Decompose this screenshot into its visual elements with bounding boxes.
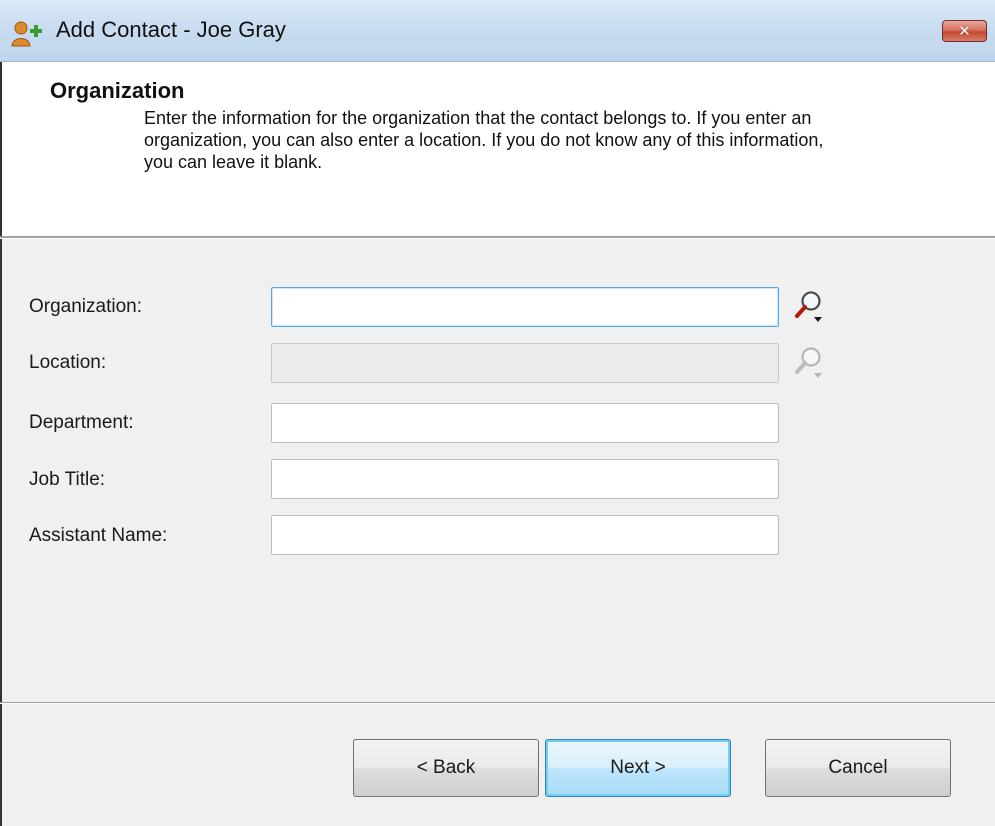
location-lookup-icon xyxy=(795,347,822,378)
add-contact-icon xyxy=(11,21,42,47)
back-button[interactable]: < Back xyxy=(353,739,539,797)
job-title-label: Job Title: xyxy=(29,469,106,490)
location-label: Location: xyxy=(29,352,107,373)
page-title: Organization xyxy=(50,78,185,103)
department-input[interactable] xyxy=(271,403,779,443)
page-description: Enter the information for the organizati… xyxy=(144,108,824,172)
close-icon: ✕ xyxy=(958,22,971,40)
add-contact-dialog: Add Contact - Joe Gray ✕ Organization En… xyxy=(0,0,995,826)
organization-input[interactable] xyxy=(271,287,779,327)
wizard-header: Organization Enter the information for t… xyxy=(0,62,995,236)
job-title-input[interactable] xyxy=(271,459,779,499)
organization-form: Organization: Location: Department: Job … xyxy=(0,239,995,702)
location-input xyxy=(271,343,779,383)
window-title: Add Contact - Joe Gray xyxy=(56,17,286,42)
next-button[interactable]: Next > xyxy=(545,739,731,797)
organization-label: Organization: xyxy=(29,296,143,317)
wizard-footer: < Back Next > Cancel xyxy=(0,704,995,826)
title-bar[interactable]: Add Contact - Joe Gray ✕ xyxy=(0,0,995,62)
department-label: Department: xyxy=(29,412,134,433)
organization-lookup-icon[interactable] xyxy=(793,289,825,325)
cancel-button[interactable]: Cancel xyxy=(765,739,951,797)
close-button[interactable]: ✕ xyxy=(942,20,987,42)
assistant-name-input[interactable] xyxy=(271,515,779,555)
assistant-name-label: Assistant Name: xyxy=(29,525,168,546)
